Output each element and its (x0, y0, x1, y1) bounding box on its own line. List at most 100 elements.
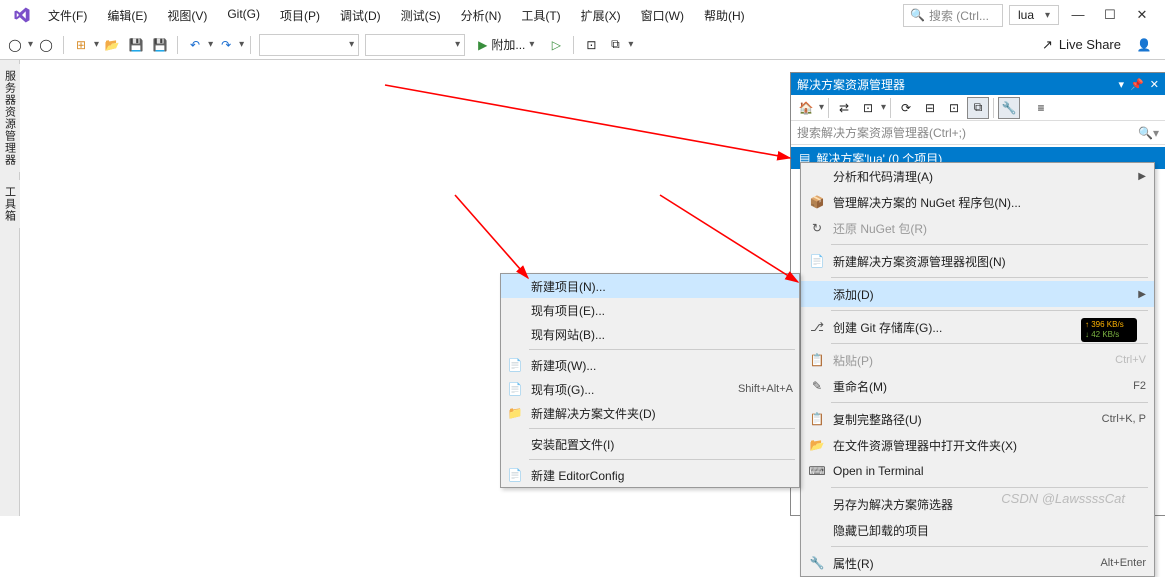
forward-button[interactable]: ◯ (35, 34, 57, 56)
undo-button[interactable]: ↶ (184, 34, 206, 56)
menu-item[interactable]: 文件(F) (38, 3, 97, 28)
play-icon: ▶ (478, 38, 487, 52)
menu-item[interactable]: 📁新建解决方案文件夹(D) (501, 401, 799, 425)
play-outline-button[interactable]: ▷ (545, 34, 567, 56)
menu-item-label: 创建 Git 存储库(G)... (833, 319, 942, 336)
tab-server-explorer[interactable]: 服务器资源管理器 (0, 64, 20, 172)
menu-separator (831, 546, 1148, 547)
menu-item[interactable]: 📄新建项(W)... (501, 353, 799, 377)
switch-views-icon[interactable]: ⇄ (833, 97, 855, 119)
menu-item[interactable]: 帮助(H) (694, 3, 755, 28)
platform-combo[interactable]: ▾ (365, 34, 465, 56)
home-icon[interactable]: 🏠 (795, 97, 817, 119)
menu-item: ↻还原 NuGet 包(R) (801, 215, 1154, 241)
menu-item-icon: 📋 (809, 353, 825, 367)
menu-item-label: 重命名(M) (833, 378, 887, 395)
menu-item-label: Open in Terminal (833, 464, 924, 478)
menu-item-label: 安装配置文件(I) (531, 436, 614, 453)
pending-changes-icon[interactable]: ⊡ (857, 97, 879, 119)
menu-item[interactable]: 安装配置文件(I) (501, 432, 799, 456)
combo-value: lua (1018, 8, 1034, 22)
menu-item[interactable]: 新建项目(N)... (501, 274, 799, 298)
panel-menu-icon[interactable]: ▾ (1119, 78, 1125, 91)
menu-item[interactable]: ✎重命名(M)F2 (801, 373, 1154, 399)
save-button[interactable]: 💾 (125, 34, 147, 56)
net-down: ↓ 42 KB/s (1085, 330, 1133, 340)
properties-icon[interactable]: 🔧 (998, 97, 1020, 119)
chevron-icon: ▾ (529, 39, 534, 50)
tab-toolbox[interactable]: 工具箱 (0, 180, 20, 228)
back-button[interactable]: ◯ (4, 34, 26, 56)
search-box[interactable]: 🔍 搜索 (Ctrl... (903, 4, 1003, 27)
context-menu-main[interactable]: 分析和代码清理(A)▶📦管理解决方案的 NuGet 程序包(N)...↻还原 N… (800, 162, 1155, 577)
menu-item[interactable]: 分析和代码清理(A)▶ (801, 163, 1154, 189)
chevron-icon: ▾ (881, 102, 886, 113)
menu-item-label: 新建 EditorConfig (531, 467, 624, 484)
tool-button-b[interactable]: ⧉ (604, 34, 626, 56)
menu-item-label: 属性(R) (833, 555, 874, 572)
redo-button[interactable]: ↷ (215, 34, 237, 56)
search-placeholder: 搜索 (Ctrl... (929, 7, 989, 24)
account-button[interactable]: 👤 (1133, 34, 1155, 56)
menu-item[interactable]: 项目(P) (270, 3, 330, 28)
menu-separator (529, 349, 795, 350)
panel-close-icon[interactable]: ✕ (1150, 78, 1159, 91)
tool-button-a[interactable]: ⊡ (580, 34, 602, 56)
show-all-files-icon[interactable]: ⊡ (943, 97, 965, 119)
panel-search-placeholder: 搜索解决方案资源管理器(Ctrl+;) (797, 124, 966, 141)
collapse-all-icon[interactable]: ⊟ (919, 97, 941, 119)
menu-item-label: 新建项(W)... (531, 357, 596, 374)
watermark: CSDN @LawssssCat (1001, 491, 1125, 506)
menu-item-icon: 📄 (507, 382, 523, 396)
menu-item[interactable]: 视图(V) (157, 3, 217, 28)
context-menu-add[interactable]: 新建项目(N)...现有项目(E)...现有网站(B)...📄新建项(W)...… (500, 273, 800, 488)
separator (250, 36, 251, 54)
panel-search[interactable]: 搜索解决方案资源管理器(Ctrl+;) 🔍▾ (791, 121, 1165, 145)
preview-selected-icon[interactable]: ⧉ (967, 97, 989, 119)
solution-combo[interactable]: lua ▾ (1009, 5, 1059, 25)
menu-separator (831, 487, 1148, 488)
menu-item[interactable]: 📂在文件资源管理器中打开文件夹(X) (801, 432, 1154, 458)
start-attach-button[interactable]: ▶ 附加... ▾ (469, 34, 543, 56)
panel-title-bar[interactable]: 解决方案资源管理器 ▾ 📌 ✕ (791, 73, 1165, 95)
menu-item[interactable]: 🔧属性(R)Alt+Enter (801, 550, 1154, 576)
menu-item[interactable]: 分析(N) (451, 3, 512, 28)
chevron-down-icon: ▾ (1045, 10, 1050, 21)
menu-item[interactable]: 编辑(E) (97, 3, 157, 28)
menu-item[interactable]: Git(G) (217, 3, 270, 28)
menu-item[interactable]: 窗口(W) (631, 3, 694, 28)
menu-item[interactable]: 📦管理解决方案的 NuGet 程序包(N)... (801, 189, 1154, 215)
maximize-button[interactable]: ☐ (1103, 7, 1117, 23)
menu-item[interactable]: 测试(S) (391, 3, 451, 28)
pin-icon[interactable]: 📌 (1130, 78, 1144, 91)
menu-item[interactable]: 隐藏已卸载的项目 (801, 517, 1154, 543)
menu-item[interactable]: 添加(D)▶ (801, 281, 1154, 307)
menu-item-label: 现有网站(B)... (531, 326, 605, 343)
menu-item-icon: 📂 (809, 438, 825, 452)
configuration-combo[interactable]: ▾ (259, 34, 359, 56)
open-button[interactable]: 📂 (101, 34, 123, 56)
menu-item[interactable]: 现有网站(B)... (501, 322, 799, 346)
close-button[interactable]: ✕ (1135, 7, 1149, 23)
menu-item[interactable]: ⌨Open in Terminal (801, 458, 1154, 484)
save-all-button[interactable]: 💾 (149, 34, 171, 56)
menu-shortcut: Shift+Alt+A (738, 383, 793, 395)
menu-item[interactable]: 📄新建解决方案资源管理器视图(N) (801, 248, 1154, 274)
menu-item[interactable]: 📋复制完整路径(U)Ctrl+K, P (801, 406, 1154, 432)
menu-item[interactable]: 工具(T) (511, 3, 570, 28)
filter-icon[interactable]: ≡ (1030, 97, 1052, 119)
sync-icon[interactable]: ⟳ (895, 97, 917, 119)
menu-item[interactable]: 📄新建 EditorConfig (501, 463, 799, 487)
live-share-label: Live Share (1059, 37, 1121, 52)
submenu-arrow-icon: ▶ (1138, 171, 1146, 182)
new-project-button[interactable]: ⊞ (70, 34, 92, 56)
menu-shortcut: Ctrl+V (1115, 354, 1146, 366)
live-share-button[interactable]: ↗ Live Share (1032, 35, 1131, 55)
menu-item[interactable]: 📄现有项(G)...Shift+Alt+A (501, 377, 799, 401)
menu-item[interactable]: 扩展(X) (571, 3, 631, 28)
separator (63, 36, 64, 54)
menu-item[interactable]: 现有项目(E)... (501, 298, 799, 322)
menu-item[interactable]: 调试(D) (330, 3, 391, 28)
menu-bar: 文件(F)编辑(E)视图(V)Git(G)项目(P)调试(D)测试(S)分析(N… (0, 0, 1165, 30)
minimize-button[interactable]: — (1071, 7, 1085, 23)
